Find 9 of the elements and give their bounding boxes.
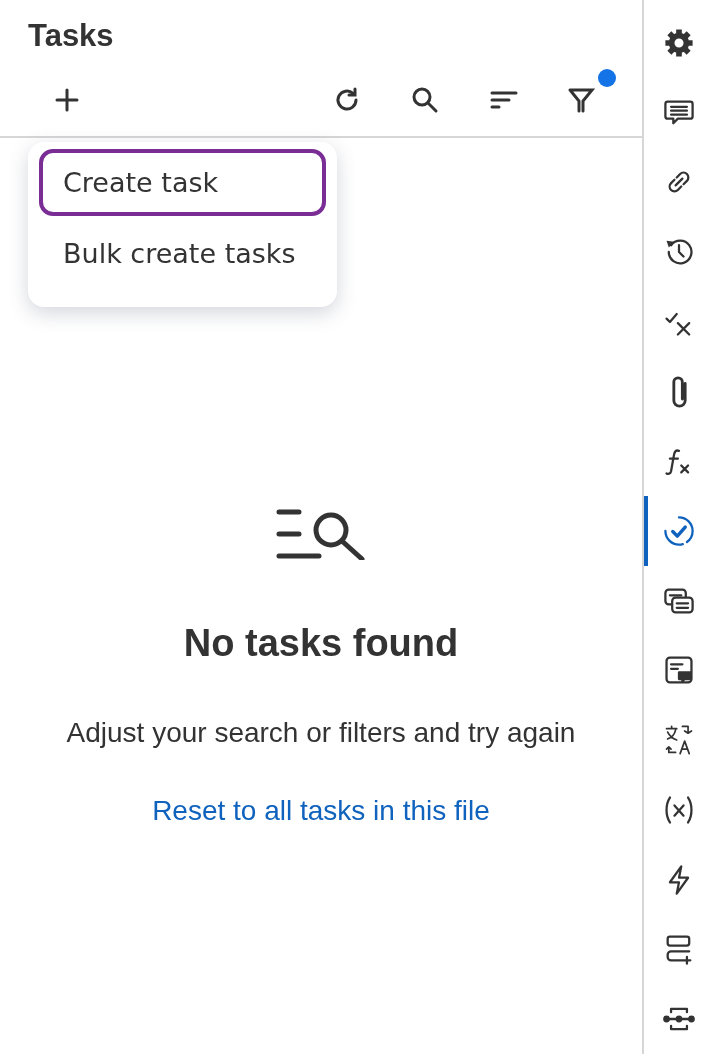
menu-item[interactable]: Create task xyxy=(39,149,326,216)
empty-state-title: No tasks found xyxy=(183,622,459,665)
task-check-icon xyxy=(662,514,696,548)
empty-state-message: Adjust your search or filters and try again xyxy=(66,717,576,749)
search-icon xyxy=(410,85,440,115)
reset-link[interactable]: Reset to all tasks in this file xyxy=(152,795,490,827)
paperclip-icon xyxy=(670,374,688,409)
menu-item[interactable]: Bulk create tasks xyxy=(39,220,326,287)
panel-title: Tasks xyxy=(28,18,114,54)
